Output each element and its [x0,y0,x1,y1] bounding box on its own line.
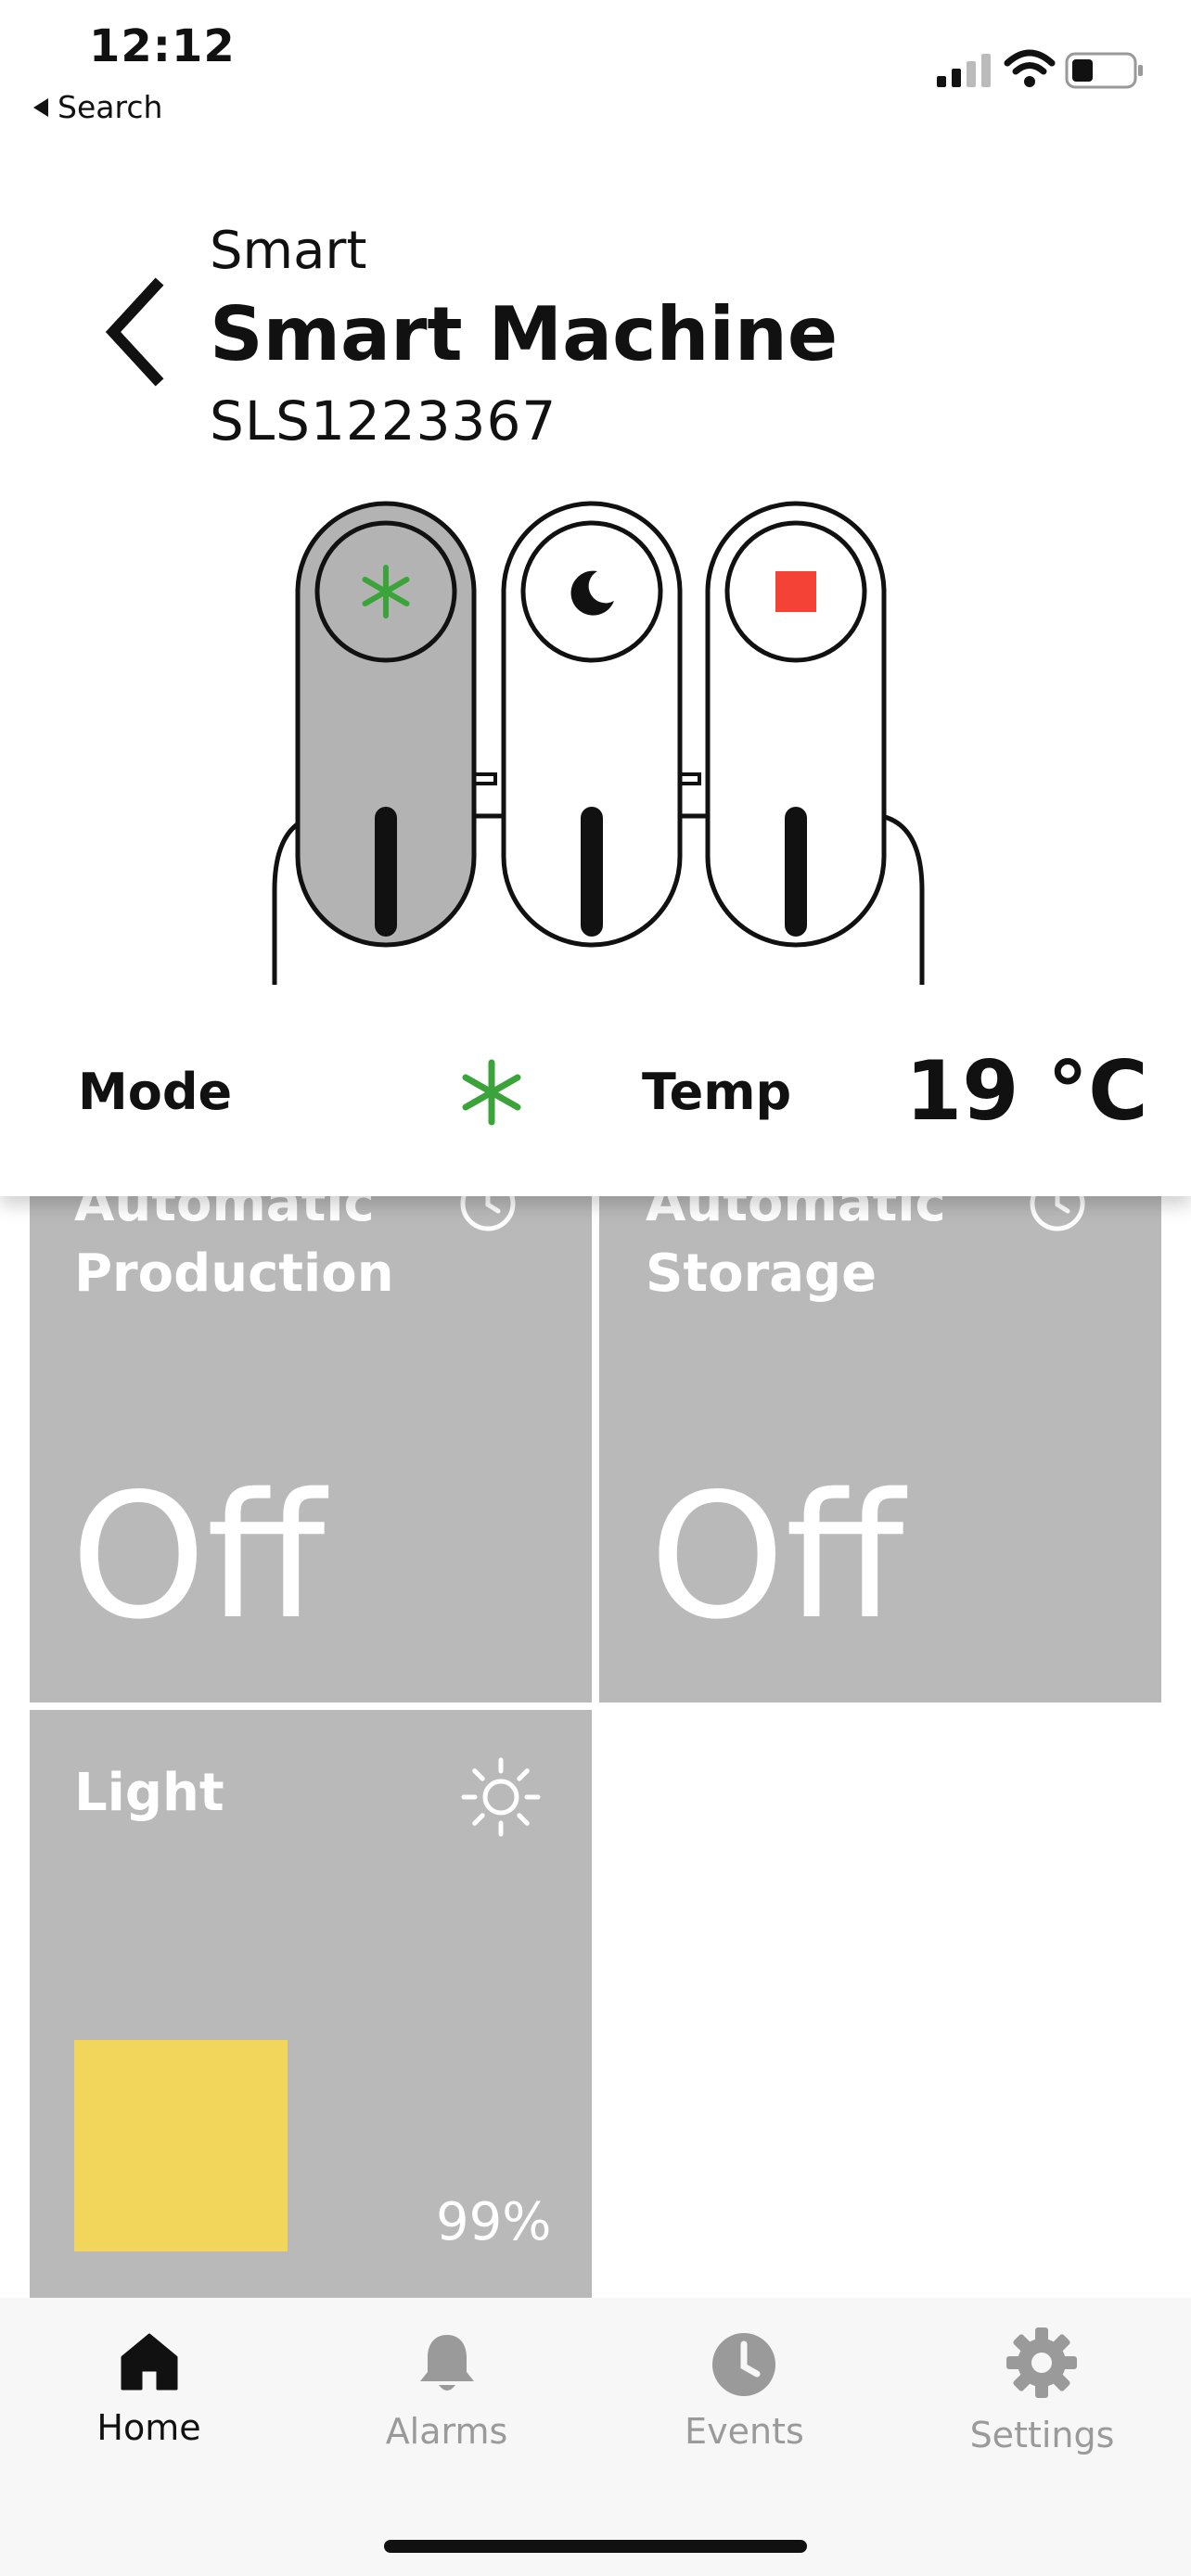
back-triangle-icon [33,97,48,117]
wifi-icon [1004,49,1056,87]
back-to-app-link[interactable]: Search [33,89,162,125]
tab-label: Settings [969,2415,1115,2455]
tile-value: Off [649,1456,904,1657]
sun-icon [461,1757,541,1837]
light-level-swatch [74,2040,288,2251]
asterisk-icon [462,1059,521,1126]
stop-square-icon [775,571,816,612]
back-chevron-icon[interactable] [100,276,174,388]
home-icon [121,2333,178,2391]
temp-label: Temp [642,1063,792,1121]
temp-value: 19 °C [905,1043,1148,1139]
moon-icon [570,570,614,616]
machine-serial: SLS1223367 [210,389,557,453]
mode-button-night[interactable] [501,501,683,948]
clock-icon [712,2333,775,2396]
status-time: 12:12 [89,20,236,72]
page-title: Smart Machine [210,291,839,377]
gear-icon [1006,2327,1077,2398]
page-subtitle: Smart [210,221,367,281]
battery-icon [1065,52,1143,89]
bell-icon [420,2335,474,2391]
machine-header-panel: 12:12 Search Smart Smart Machine SLS1223… [0,0,1191,1196]
mode-button-stop[interactable] [705,501,887,948]
mode-button-production[interactable] [295,501,477,948]
back-to-app-label: Search [58,89,163,125]
mode-label: Mode [78,1063,233,1121]
tile-value: Off [70,1456,326,1657]
asterisk-icon [362,565,410,618]
light-level-value: 99% [436,2192,552,2252]
cellular-signal-icon [937,54,991,87]
tile-automatic-production[interactable]: Automatic Production Off [30,1113,592,1702]
tab-label: Home [96,2407,201,2448]
tile-automatic-storage[interactable]: Automatic Storage Off [599,1113,1161,1702]
tile-title: Light [74,1763,224,1823]
tab-bar: Home Alarms Events Settings [0,2298,1191,2576]
home-indicator [384,2540,807,2553]
tile-light[interactable]: Light 99% [30,1710,592,2303]
tab-label: Alarms [385,2411,508,2452]
tab-label: Events [685,2411,804,2452]
